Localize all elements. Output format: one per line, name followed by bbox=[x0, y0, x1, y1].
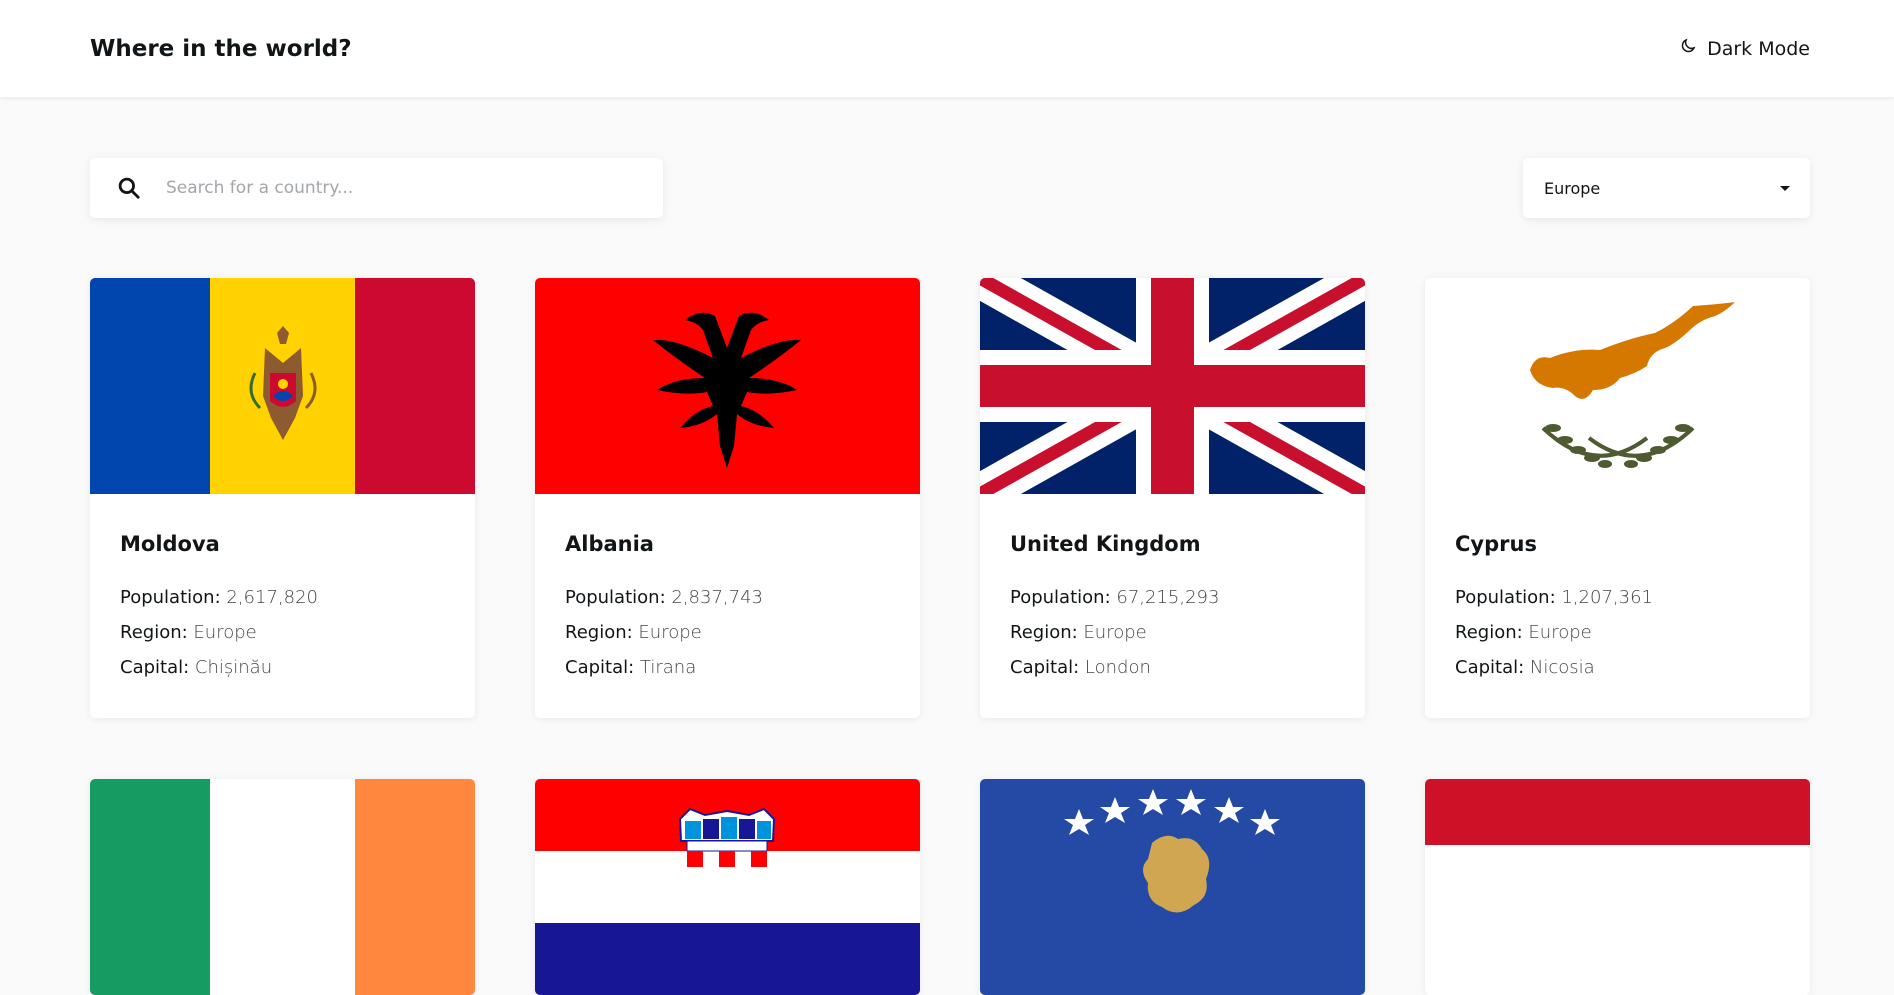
croatia-flag bbox=[535, 779, 920, 995]
search-input[interactable] bbox=[166, 178, 646, 198]
region-filter-select[interactable]: Europe bbox=[1523, 158, 1810, 218]
region-value: Europe bbox=[1083, 622, 1147, 643]
population-value: 67,215,293 bbox=[1116, 587, 1220, 608]
region-value: Europe bbox=[638, 622, 702, 643]
capital-value: London bbox=[1084, 657, 1151, 678]
population-label: Population: bbox=[1010, 587, 1111, 608]
albania-flag bbox=[535, 278, 920, 494]
dark-mode-label: Dark Mode bbox=[1707, 37, 1810, 60]
capital-row: Capital: Chișinău bbox=[120, 650, 445, 685]
population-row: Population: 2,617,820 bbox=[120, 580, 445, 615]
card-body: Cyprus Population: 1,207,361 Region: Eur… bbox=[1425, 494, 1810, 718]
capital-row: Capital: London bbox=[1010, 650, 1335, 685]
search-box bbox=[90, 158, 663, 218]
top-header: Where in the world? Dark Mode bbox=[0, 0, 1894, 97]
country-card[interactable] bbox=[980, 779, 1365, 995]
card-body: United Kingdom Population: 67,215,293 Re… bbox=[980, 494, 1365, 718]
region-label: Region: bbox=[1010, 622, 1078, 643]
region-label: Region: bbox=[120, 622, 188, 643]
capital-label: Capital: bbox=[1455, 657, 1525, 678]
country-name: United Kingdom bbox=[1010, 532, 1201, 556]
country-card[interactable]: Moldova Population: 2,617,820 Region: Eu… bbox=[90, 278, 475, 718]
country-name: Cyprus bbox=[1455, 532, 1537, 556]
country-name: Albania bbox=[565, 532, 654, 556]
region-label: Region: bbox=[565, 622, 633, 643]
capital-value: Tirana bbox=[639, 657, 697, 678]
capital-value: Nicosia bbox=[1529, 657, 1595, 678]
capital-row: Capital: Nicosia bbox=[1455, 650, 1780, 685]
moon-icon bbox=[1679, 37, 1697, 60]
cyprus-flag bbox=[1425, 278, 1810, 494]
search-icon bbox=[116, 175, 142, 201]
population-label: Population: bbox=[120, 587, 221, 608]
capital-row: Capital: Tirana bbox=[565, 650, 890, 685]
ireland-flag bbox=[90, 779, 475, 995]
capital-value: Chișinău bbox=[194, 657, 273, 678]
country-card[interactable] bbox=[535, 779, 920, 995]
monaco-flag bbox=[1425, 779, 1810, 995]
united-kingdom-flag bbox=[980, 278, 1365, 494]
capital-label: Capital: bbox=[120, 657, 190, 678]
population-label: Population: bbox=[1455, 587, 1556, 608]
country-card[interactable]: Cyprus Population: 1,207,361 Region: Eur… bbox=[1425, 278, 1810, 718]
caret-down-icon bbox=[1780, 185, 1790, 191]
population-value: 2,617,820 bbox=[226, 587, 318, 608]
population-row: Population: 2,837,743 bbox=[565, 580, 890, 615]
capital-label: Capital: bbox=[565, 657, 635, 678]
population-row: Population: 67,215,293 bbox=[1010, 580, 1335, 615]
capital-label: Capital: bbox=[1010, 657, 1080, 678]
country-card[interactable]: United Kingdom Population: 67,215,293 Re… bbox=[980, 278, 1365, 718]
country-card[interactable] bbox=[1425, 779, 1810, 995]
population-value: 1,207,361 bbox=[1561, 587, 1653, 608]
card-body: Moldova Population: 2,617,820 Region: Eu… bbox=[90, 494, 475, 718]
population-row: Population: 1,207,361 bbox=[1455, 580, 1780, 615]
moldova-flag bbox=[90, 278, 475, 494]
region-label: Region: bbox=[1455, 622, 1523, 643]
region-value: Europe bbox=[193, 622, 257, 643]
population-label: Population: bbox=[565, 587, 666, 608]
app-title: Where in the world? bbox=[90, 35, 352, 62]
region-value: Europe bbox=[1528, 622, 1592, 643]
population-value: 2,837,743 bbox=[671, 587, 763, 608]
region-row: Region: Europe bbox=[120, 615, 445, 650]
dark-mode-toggle[interactable]: Dark Mode bbox=[1679, 37, 1810, 60]
country-card[interactable] bbox=[90, 779, 475, 995]
region-row: Region: Europe bbox=[565, 615, 890, 650]
card-body: Albania Population: 2,837,743 Region: Eu… bbox=[535, 494, 920, 718]
country-card[interactable]: Albania Population: 2,837,743 Region: Eu… bbox=[535, 278, 920, 718]
region-row: Region: Europe bbox=[1010, 615, 1335, 650]
kosovo-flag bbox=[980, 779, 1365, 995]
region-row: Region: Europe bbox=[1455, 615, 1780, 650]
region-filter-value: Europe bbox=[1544, 178, 1601, 198]
country-name: Moldova bbox=[120, 532, 220, 556]
